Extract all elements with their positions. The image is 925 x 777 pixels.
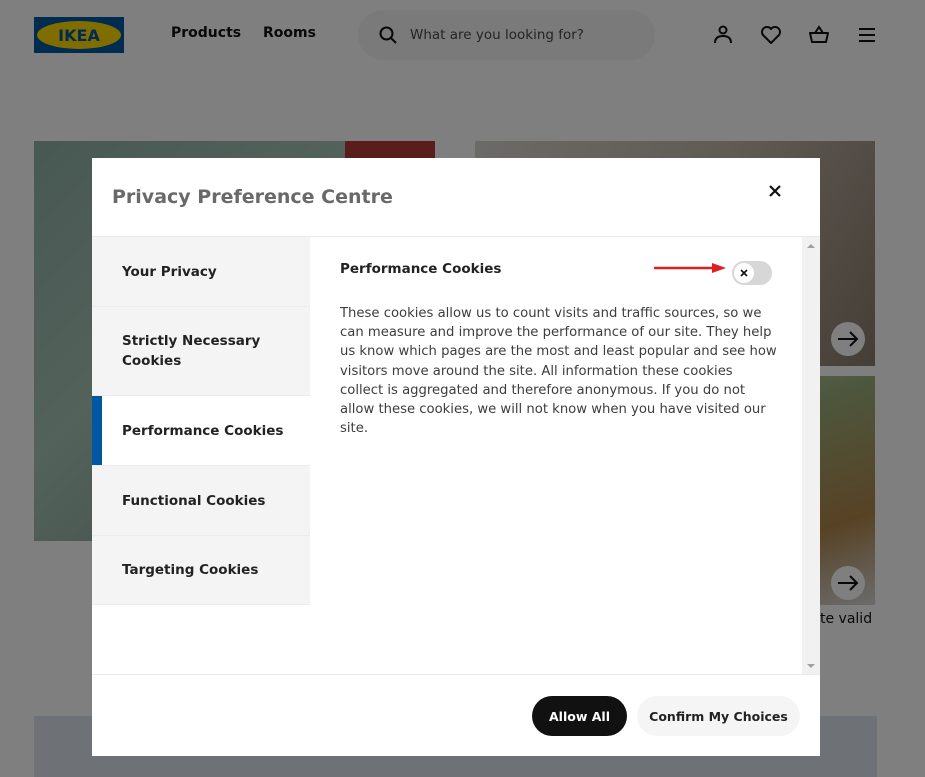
confirm-choices-button[interactable]: Confirm My Choices: [637, 696, 800, 736]
toggle-off-icon: [740, 269, 748, 277]
menu-item-targeting[interactable]: Targeting Cookies: [92, 536, 310, 605]
section-description: These cookies allow us to count visits a…: [340, 306, 777, 437]
menu-item-strictly-necessary[interactable]: Strictly Necessary Cookies: [92, 307, 310, 396]
privacy-preference-modal: Privacy Preference Centre Your Privacy S…: [92, 158, 820, 756]
scroll-up-icon[interactable]: [806, 241, 816, 251]
allow-all-button[interactable]: Allow All: [532, 696, 627, 736]
close-button[interactable]: [762, 178, 788, 204]
modal-body: Your Privacy Strictly Necessary Cookies …: [92, 236, 820, 675]
annotation-arrow-icon: [654, 263, 726, 273]
close-icon: [769, 185, 781, 197]
menu-item-label: Performance Cookies: [122, 422, 284, 439]
scroll-down-icon[interactable]: [806, 661, 816, 671]
menu-item-functional[interactable]: Functional Cookies: [92, 466, 310, 536]
performance-cookies-toggle[interactable]: [732, 261, 772, 285]
modal-footer: Allow All Confirm My Choices: [92, 674, 820, 756]
content-scrollbar[interactable]: [802, 237, 820, 675]
section-title: Performance Cookies: [340, 261, 502, 277]
category-content: Performance Cookies These cookies allow …: [310, 237, 802, 675]
modal-title: Privacy Preference Centre: [112, 186, 393, 208]
menu-item-performance[interactable]: Performance Cookies: [92, 396, 310, 466]
menu-item-your-privacy[interactable]: Your Privacy: [92, 237, 310, 307]
category-menu: Your Privacy Strictly Necessary Cookies …: [92, 237, 310, 605]
